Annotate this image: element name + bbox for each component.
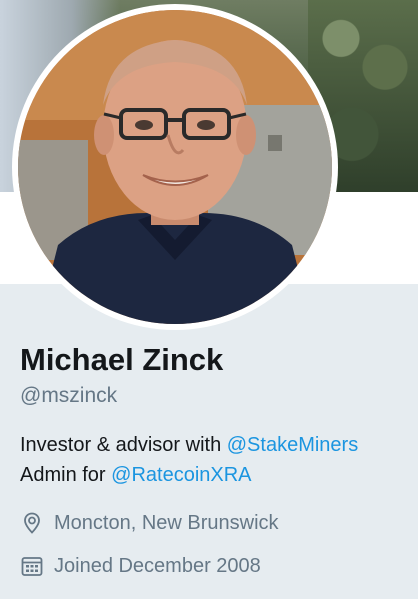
location-text: Moncton, New Brunswick: [54, 512, 279, 534]
profile-location: Moncton, New Brunswick: [20, 509, 410, 537]
stakeminers-mention-link[interactable]: @StakeMiners: [227, 434, 358, 456]
profile-avatar[interactable]: [12, 4, 338, 330]
profile-info: Michael Zinck @mszinck Investor & adviso…: [20, 340, 410, 580]
calendar-icon: [20, 554, 44, 578]
joined-text: Joined December 2008: [54, 555, 261, 577]
profile-joined-date: Joined December 2008: [20, 552, 410, 580]
bio-text-1: Investor & advisor with: [20, 434, 227, 456]
profile-name: Michael Zinck: [20, 342, 224, 377]
ratecoinxra-mention-link[interactable]: @RatecoinXRA: [111, 464, 251, 486]
bio-text-2: Admin for: [20, 464, 112, 486]
avatar-photo: [18, 10, 332, 324]
bio-line-2: Admin for @RatecoinXRA: [20, 460, 410, 490]
bio-line-1: Investor & advisor with @StakeMiners: [20, 430, 410, 460]
profile-handle[interactable]: @mszinck: [20, 382, 410, 410]
profile-bio: Investor & advisor with @StakeMiners Adm…: [20, 430, 410, 490]
map-pin-icon: [20, 511, 44, 535]
